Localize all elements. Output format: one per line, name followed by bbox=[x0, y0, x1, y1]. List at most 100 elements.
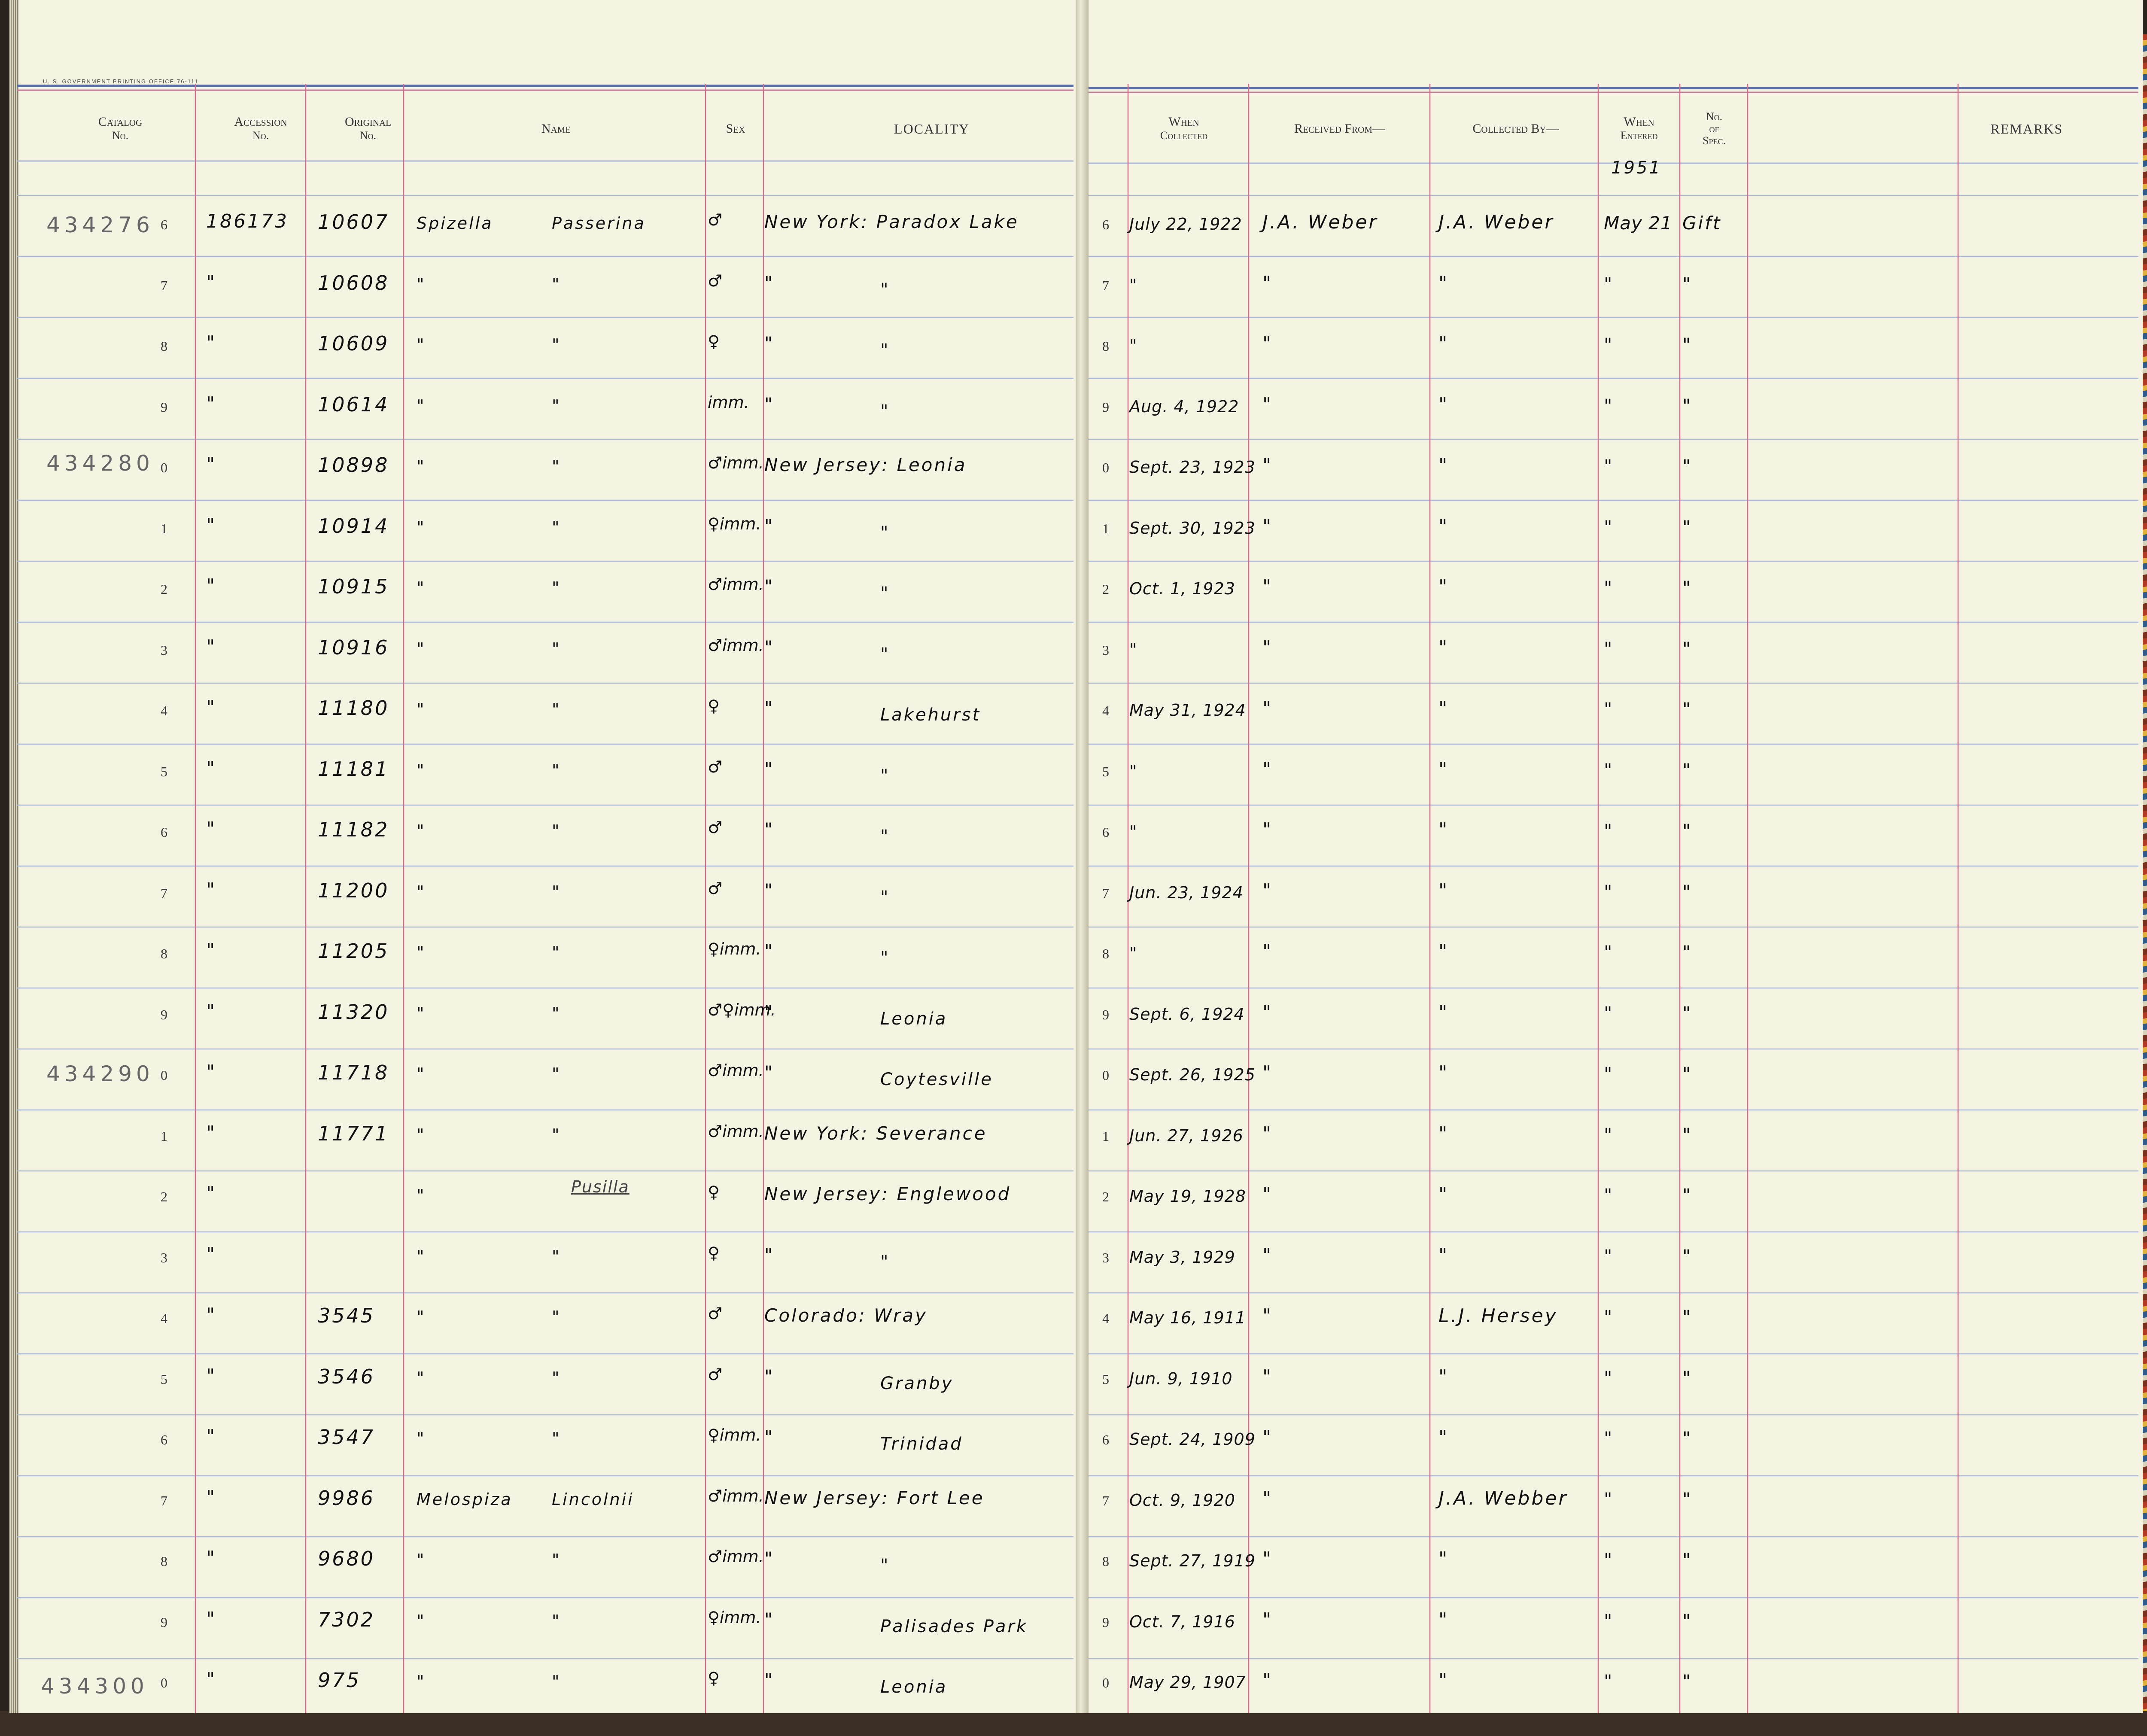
header-catalog-line1: Catalog bbox=[98, 115, 143, 129]
species-genus: " bbox=[417, 457, 426, 476]
header-when-entered-line1: When bbox=[1624, 115, 1654, 129]
row-line-number-left: 3 bbox=[161, 1250, 167, 1265]
row-line-number-right: 2 bbox=[1102, 581, 1109, 597]
species-genus: " bbox=[417, 1307, 426, 1326]
sex: ♂imm. bbox=[708, 1486, 764, 1505]
when-entered: " bbox=[1604, 1367, 1613, 1388]
when-entered: " bbox=[1604, 395, 1613, 416]
row-line-number-left: 5 bbox=[161, 763, 167, 779]
species-name: " bbox=[552, 700, 561, 719]
accession-no: " bbox=[206, 939, 217, 961]
locality-state: " bbox=[764, 758, 775, 779]
species-name: " bbox=[552, 882, 561, 901]
locality-place: " bbox=[880, 1556, 890, 1575]
locality-state: New Jersey: Leonia bbox=[764, 454, 967, 475]
date-collected: " bbox=[1129, 944, 1137, 963]
header-when-collected-line1: When bbox=[1168, 115, 1199, 129]
received-from: " bbox=[1262, 819, 1273, 841]
species-genus: " bbox=[417, 1247, 426, 1266]
accession-no: " bbox=[206, 1365, 217, 1387]
collected-by: " bbox=[1438, 819, 1449, 841]
year-entered: 1951 bbox=[1611, 158, 1662, 178]
number-of-specimens: " bbox=[1682, 1245, 1693, 1267]
locality-state: " bbox=[764, 940, 775, 961]
locality-state: " bbox=[764, 1426, 775, 1447]
when-entered: " bbox=[1604, 516, 1613, 538]
sex: ♂ bbox=[708, 879, 723, 898]
row-line-number-left: 9 bbox=[161, 1614, 167, 1630]
header-received-from-label: Received From— bbox=[1294, 122, 1385, 136]
accession-no: " bbox=[206, 1243, 217, 1265]
collected-by: " bbox=[1438, 636, 1449, 659]
species-genus: " bbox=[417, 1064, 426, 1083]
collected-by: " bbox=[1438, 1122, 1449, 1145]
accession-no: " bbox=[206, 635, 217, 658]
number-of-specimens: " bbox=[1682, 638, 1693, 659]
accession-no: " bbox=[206, 271, 217, 293]
row-line-number-right: 3 bbox=[1102, 642, 1109, 658]
accession-no: " bbox=[206, 575, 217, 597]
species-name: Passerina bbox=[552, 214, 646, 233]
locality-place: Granby bbox=[880, 1373, 954, 1393]
collected-by: " bbox=[1438, 454, 1449, 476]
row-line-number-left: 7 bbox=[161, 885, 167, 901]
date-collected: " bbox=[1129, 336, 1137, 355]
row-line-number-right: 1 bbox=[1102, 1128, 1109, 1144]
locality-state: " bbox=[764, 1062, 775, 1083]
number-of-specimens: " bbox=[1682, 395, 1693, 416]
number-of-specimens: " bbox=[1682, 1185, 1693, 1206]
sex: ♀ bbox=[708, 1183, 720, 1201]
number-of-specimens: " bbox=[1682, 334, 1693, 355]
locality-state: " bbox=[764, 697, 775, 718]
number-of-specimens: " bbox=[1682, 881, 1693, 902]
received-from: " bbox=[1262, 636, 1273, 659]
collected-by: " bbox=[1438, 1426, 1449, 1448]
original-no: 975 bbox=[318, 1669, 361, 1692]
species-name: " bbox=[552, 1003, 561, 1023]
header-sex-label: Sex bbox=[726, 122, 745, 136]
when-entered: " bbox=[1604, 1671, 1613, 1692]
original-no: 3546 bbox=[318, 1365, 375, 1388]
received-from: " bbox=[1262, 697, 1273, 719]
locality-place: " bbox=[880, 948, 890, 968]
original-no: 9680 bbox=[318, 1547, 375, 1570]
row-line-number-left: 7 bbox=[161, 277, 167, 293]
locality-place: " bbox=[880, 584, 890, 603]
sex: ♀ bbox=[708, 1243, 720, 1262]
row-line-number-left: 0 bbox=[161, 1067, 167, 1083]
date-collected: Sept. 6, 1924 bbox=[1129, 1004, 1245, 1024]
collected-by: " bbox=[1438, 758, 1449, 780]
date-collected: Jun. 23, 1924 bbox=[1129, 883, 1244, 902]
species-genus: " bbox=[417, 1672, 426, 1691]
original-no: 10614 bbox=[318, 392, 389, 416]
header-remarks: REMARKS bbox=[1958, 103, 2095, 155]
accession-no: " bbox=[206, 1669, 217, 1690]
header-no-of-spec: No. of Spec. bbox=[1680, 103, 1749, 155]
header-when-entered: When Entered bbox=[1598, 103, 1680, 155]
catalog-prefix: 434290 bbox=[46, 1061, 154, 1086]
species-name: " bbox=[552, 1307, 561, 1326]
header-when-entered-line2: Entered bbox=[1620, 129, 1658, 142]
number-of-specimens: " bbox=[1682, 516, 1693, 538]
locality-state: " bbox=[764, 819, 775, 840]
row-line-number-right: 9 bbox=[1102, 1614, 1109, 1630]
original-no: 11320 bbox=[318, 1000, 389, 1024]
accession-no: " bbox=[206, 1547, 217, 1569]
received-from: " bbox=[1262, 1305, 1273, 1327]
collected-by: " bbox=[1438, 1244, 1449, 1266]
received-from: " bbox=[1262, 333, 1273, 355]
when-entered: " bbox=[1604, 1002, 1613, 1024]
row-line-number-left: 4 bbox=[161, 703, 167, 718]
row-line-number-right: 7 bbox=[1102, 885, 1109, 901]
received-from: " bbox=[1262, 1122, 1273, 1145]
original-no: 10609 bbox=[318, 332, 389, 355]
species-genus: " bbox=[417, 1429, 426, 1448]
number-of-specimens: " bbox=[1682, 1671, 1693, 1692]
original-no: 10916 bbox=[318, 635, 389, 659]
when-entered: " bbox=[1604, 1428, 1613, 1449]
number-of-specimens: " bbox=[1682, 820, 1693, 841]
header-received-from: Received From— bbox=[1250, 103, 1430, 155]
row-line-number-right: 3 bbox=[1102, 1250, 1109, 1265]
number-of-specimens: " bbox=[1682, 1002, 1693, 1024]
species-genus: " bbox=[417, 943, 426, 962]
